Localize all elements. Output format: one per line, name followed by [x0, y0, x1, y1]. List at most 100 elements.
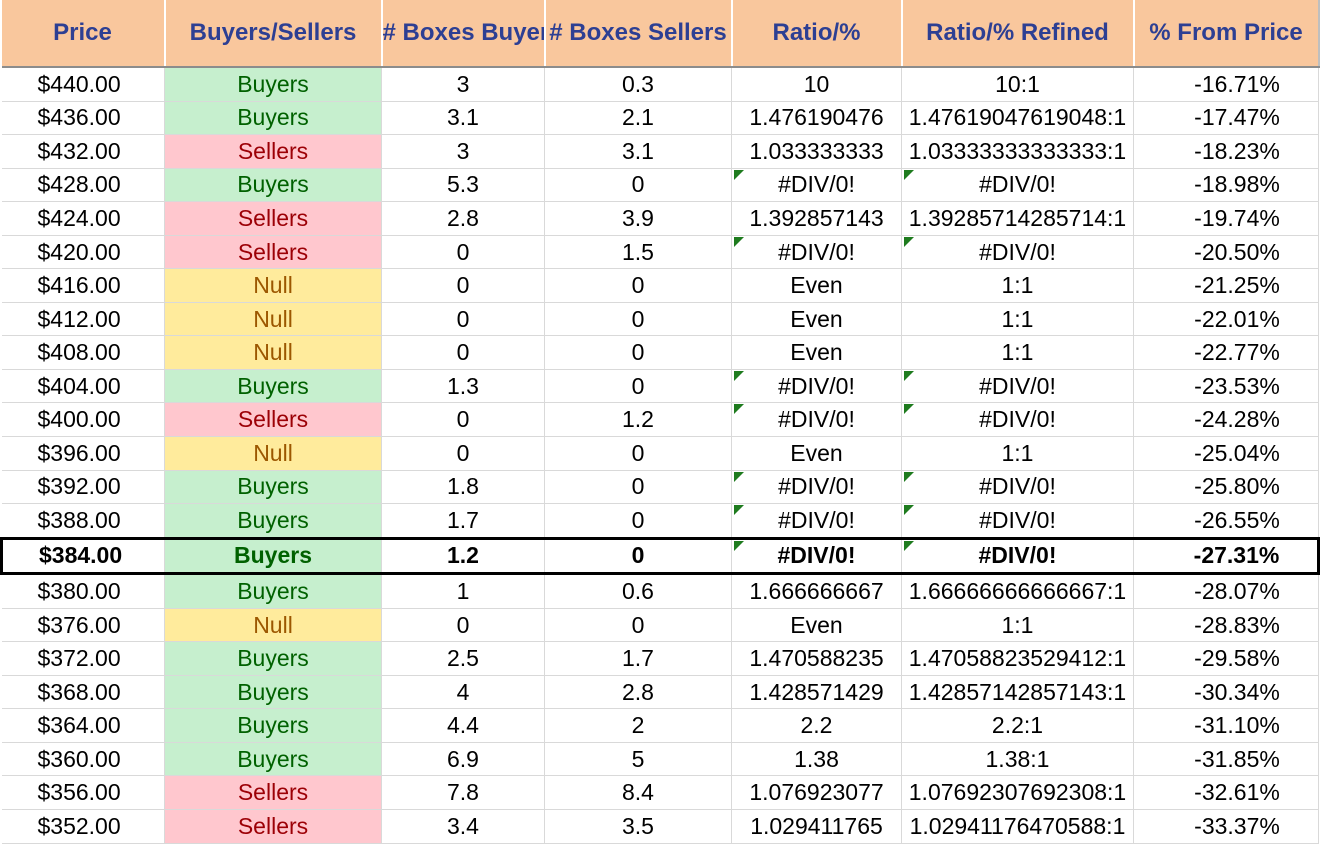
pct-from-price-cell[interactable]: -21.25%: [1133, 268, 1319, 303]
buyers-sellers-cell[interactable]: Buyers: [164, 369, 382, 404]
boxes-buyers-cell[interactable]: 0: [381, 608, 545, 643]
ratio-refined-cell[interactable]: 1.07692307692308:1: [901, 775, 1134, 811]
price-cell[interactable]: $424.00: [1, 201, 165, 236]
price-cell[interactable]: $440.00: [1, 67, 165, 102]
error-indicator-icon[interactable]: [904, 471, 914, 482]
boxes-sellers-cell[interactable]: 0: [544, 608, 732, 643]
buyers-sellers-cell[interactable]: Sellers: [164, 809, 382, 844]
buyers-sellers-cell[interactable]: Sellers: [164, 775, 382, 811]
price-cell[interactable]: $352.00: [1, 809, 165, 844]
ratio-cell[interactable]: #DIV/0!: [731, 470, 902, 505]
ratio-cell[interactable]: Even: [731, 268, 902, 303]
boxes-buyers-cell[interactable]: 1.2: [381, 536, 545, 576]
boxes-sellers-cell[interactable]: 8.4: [544, 775, 732, 811]
error-indicator-icon[interactable]: [734, 169, 744, 180]
buyers-sellers-cell[interactable]: Buyers: [164, 470, 382, 505]
ratio-cell[interactable]: 1.476190476: [731, 101, 902, 136]
pct-from-price-cell[interactable]: -31.10%: [1133, 708, 1319, 743]
header-boxes-sellers[interactable]: # Boxes Sellers: [544, 0, 733, 68]
error-indicator-icon[interactable]: [904, 541, 914, 551]
ratio-refined-cell[interactable]: #DIV/0!: [901, 402, 1134, 438]
buyers-sellers-cell[interactable]: Buyers: [164, 573, 382, 609]
header-buyers-sellers[interactable]: Buyers/Sellers: [164, 0, 383, 68]
ratio-cell[interactable]: 1.666666667: [731, 573, 902, 609]
ratio-cell[interactable]: 10: [731, 67, 902, 102]
ratio-refined-cell[interactable]: 1.02941176470588:1: [901, 809, 1134, 844]
boxes-sellers-cell[interactable]: 0.6: [544, 573, 732, 609]
boxes-buyers-cell[interactable]: 3: [381, 134, 545, 169]
ratio-refined-cell[interactable]: 1:1: [901, 302, 1134, 337]
pct-from-price-cell[interactable]: -33.37%: [1133, 809, 1319, 844]
boxes-sellers-cell[interactable]: 0: [544, 302, 732, 337]
price-cell[interactable]: $356.00: [1, 775, 165, 811]
header-boxes-buyers[interactable]: # Boxes Buyers: [381, 0, 546, 68]
boxes-sellers-cell[interactable]: 0.3: [544, 67, 732, 102]
ratio-cell[interactable]: Even: [731, 302, 902, 337]
boxes-buyers-cell[interactable]: 0: [381, 302, 545, 337]
buyers-sellers-cell[interactable]: Sellers: [164, 235, 382, 270]
error-indicator-icon[interactable]: [904, 169, 914, 180]
ratio-refined-cell[interactable]: 2.2:1: [901, 708, 1134, 743]
ratio-refined-cell[interactable]: #DIV/0!: [901, 536, 1134, 576]
header-price[interactable]: Price: [1, 0, 166, 68]
boxes-buyers-cell[interactable]: 0: [381, 268, 545, 303]
boxes-buyers-cell[interactable]: 5.3: [381, 168, 545, 203]
ratio-cell[interactable]: #DIV/0!: [731, 402, 902, 438]
pct-from-price-cell[interactable]: -24.28%: [1133, 402, 1319, 438]
buyers-sellers-cell[interactable]: Buyers: [164, 67, 382, 102]
buyers-sellers-cell[interactable]: Buyers: [164, 641, 382, 676]
pct-from-price-cell[interactable]: -25.04%: [1133, 436, 1319, 471]
pct-from-price-cell[interactable]: -23.53%: [1133, 369, 1319, 404]
ratio-cell[interactable]: #DIV/0!: [731, 235, 902, 270]
price-cell[interactable]: $412.00: [1, 302, 165, 337]
ratio-cell[interactable]: #DIV/0!: [731, 168, 902, 203]
price-cell[interactable]: $408.00: [1, 335, 165, 370]
buyers-sellers-cell[interactable]: Buyers: [164, 536, 382, 576]
boxes-sellers-cell[interactable]: 0: [544, 268, 732, 303]
boxes-sellers-cell[interactable]: 0: [544, 536, 732, 576]
pct-from-price-cell[interactable]: -19.74%: [1133, 201, 1319, 236]
price-cell[interactable]: $404.00: [1, 369, 165, 404]
buyers-sellers-cell[interactable]: Null: [164, 436, 382, 471]
price-cell[interactable]: $428.00: [1, 168, 165, 203]
boxes-buyers-cell[interactable]: 1.3: [381, 369, 545, 404]
error-indicator-icon[interactable]: [734, 541, 744, 551]
boxes-sellers-cell[interactable]: 1.2: [544, 402, 732, 438]
error-indicator-icon[interactable]: [734, 471, 744, 482]
ratio-cell[interactable]: 2.2: [731, 708, 902, 743]
ratio-refined-cell[interactable]: #DIV/0!: [901, 235, 1134, 270]
boxes-buyers-cell[interactable]: 2.5: [381, 641, 545, 676]
ratio-cell[interactable]: Even: [731, 335, 902, 370]
boxes-buyers-cell[interactable]: 0: [381, 335, 545, 370]
ratio-refined-cell[interactable]: 1:1: [901, 436, 1134, 471]
boxes-buyers-cell[interactable]: 3: [381, 67, 545, 102]
pct-from-price-cell[interactable]: -18.23%: [1133, 134, 1319, 169]
boxes-sellers-cell[interactable]: 0: [544, 168, 732, 203]
pct-from-price-cell[interactable]: -25.80%: [1133, 470, 1319, 505]
boxes-sellers-cell[interactable]: 2.1: [544, 101, 732, 136]
pct-from-price-cell[interactable]: -17.47%: [1133, 101, 1319, 136]
pct-from-price-cell[interactable]: -31.85%: [1133, 742, 1319, 777]
pct-from-price-cell[interactable]: -27.31%: [1133, 536, 1320, 576]
ratio-refined-cell[interactable]: #DIV/0!: [901, 168, 1134, 203]
buyers-sellers-cell[interactable]: Buyers: [164, 101, 382, 136]
pct-from-price-cell[interactable]: -26.55%: [1133, 503, 1319, 539]
error-indicator-icon[interactable]: [904, 370, 914, 381]
pct-from-price-cell[interactable]: -30.34%: [1133, 675, 1319, 710]
ratio-refined-cell[interactable]: 10:1: [901, 67, 1134, 102]
error-indicator-icon[interactable]: [904, 505, 914, 516]
boxes-sellers-cell[interactable]: 5: [544, 742, 732, 777]
boxes-sellers-cell[interactable]: 3.5: [544, 809, 732, 844]
buyers-sellers-cell[interactable]: Null: [164, 302, 382, 337]
ratio-cell[interactable]: #DIV/0!: [731, 369, 902, 404]
price-cell[interactable]: $360.00: [1, 742, 165, 777]
price-cell[interactable]: $400.00: [1, 402, 165, 438]
buyers-sellers-cell[interactable]: Sellers: [164, 402, 382, 438]
ratio-cell[interactable]: 1.38: [731, 742, 902, 777]
pct-from-price-cell[interactable]: -28.07%: [1133, 573, 1319, 609]
price-cell[interactable]: $392.00: [1, 470, 165, 505]
buyers-sellers-cell[interactable]: Buyers: [164, 708, 382, 743]
pct-from-price-cell[interactable]: -20.50%: [1133, 235, 1319, 270]
boxes-buyers-cell[interactable]: 4: [381, 675, 545, 710]
boxes-buyers-cell[interactable]: 1.8: [381, 470, 545, 505]
